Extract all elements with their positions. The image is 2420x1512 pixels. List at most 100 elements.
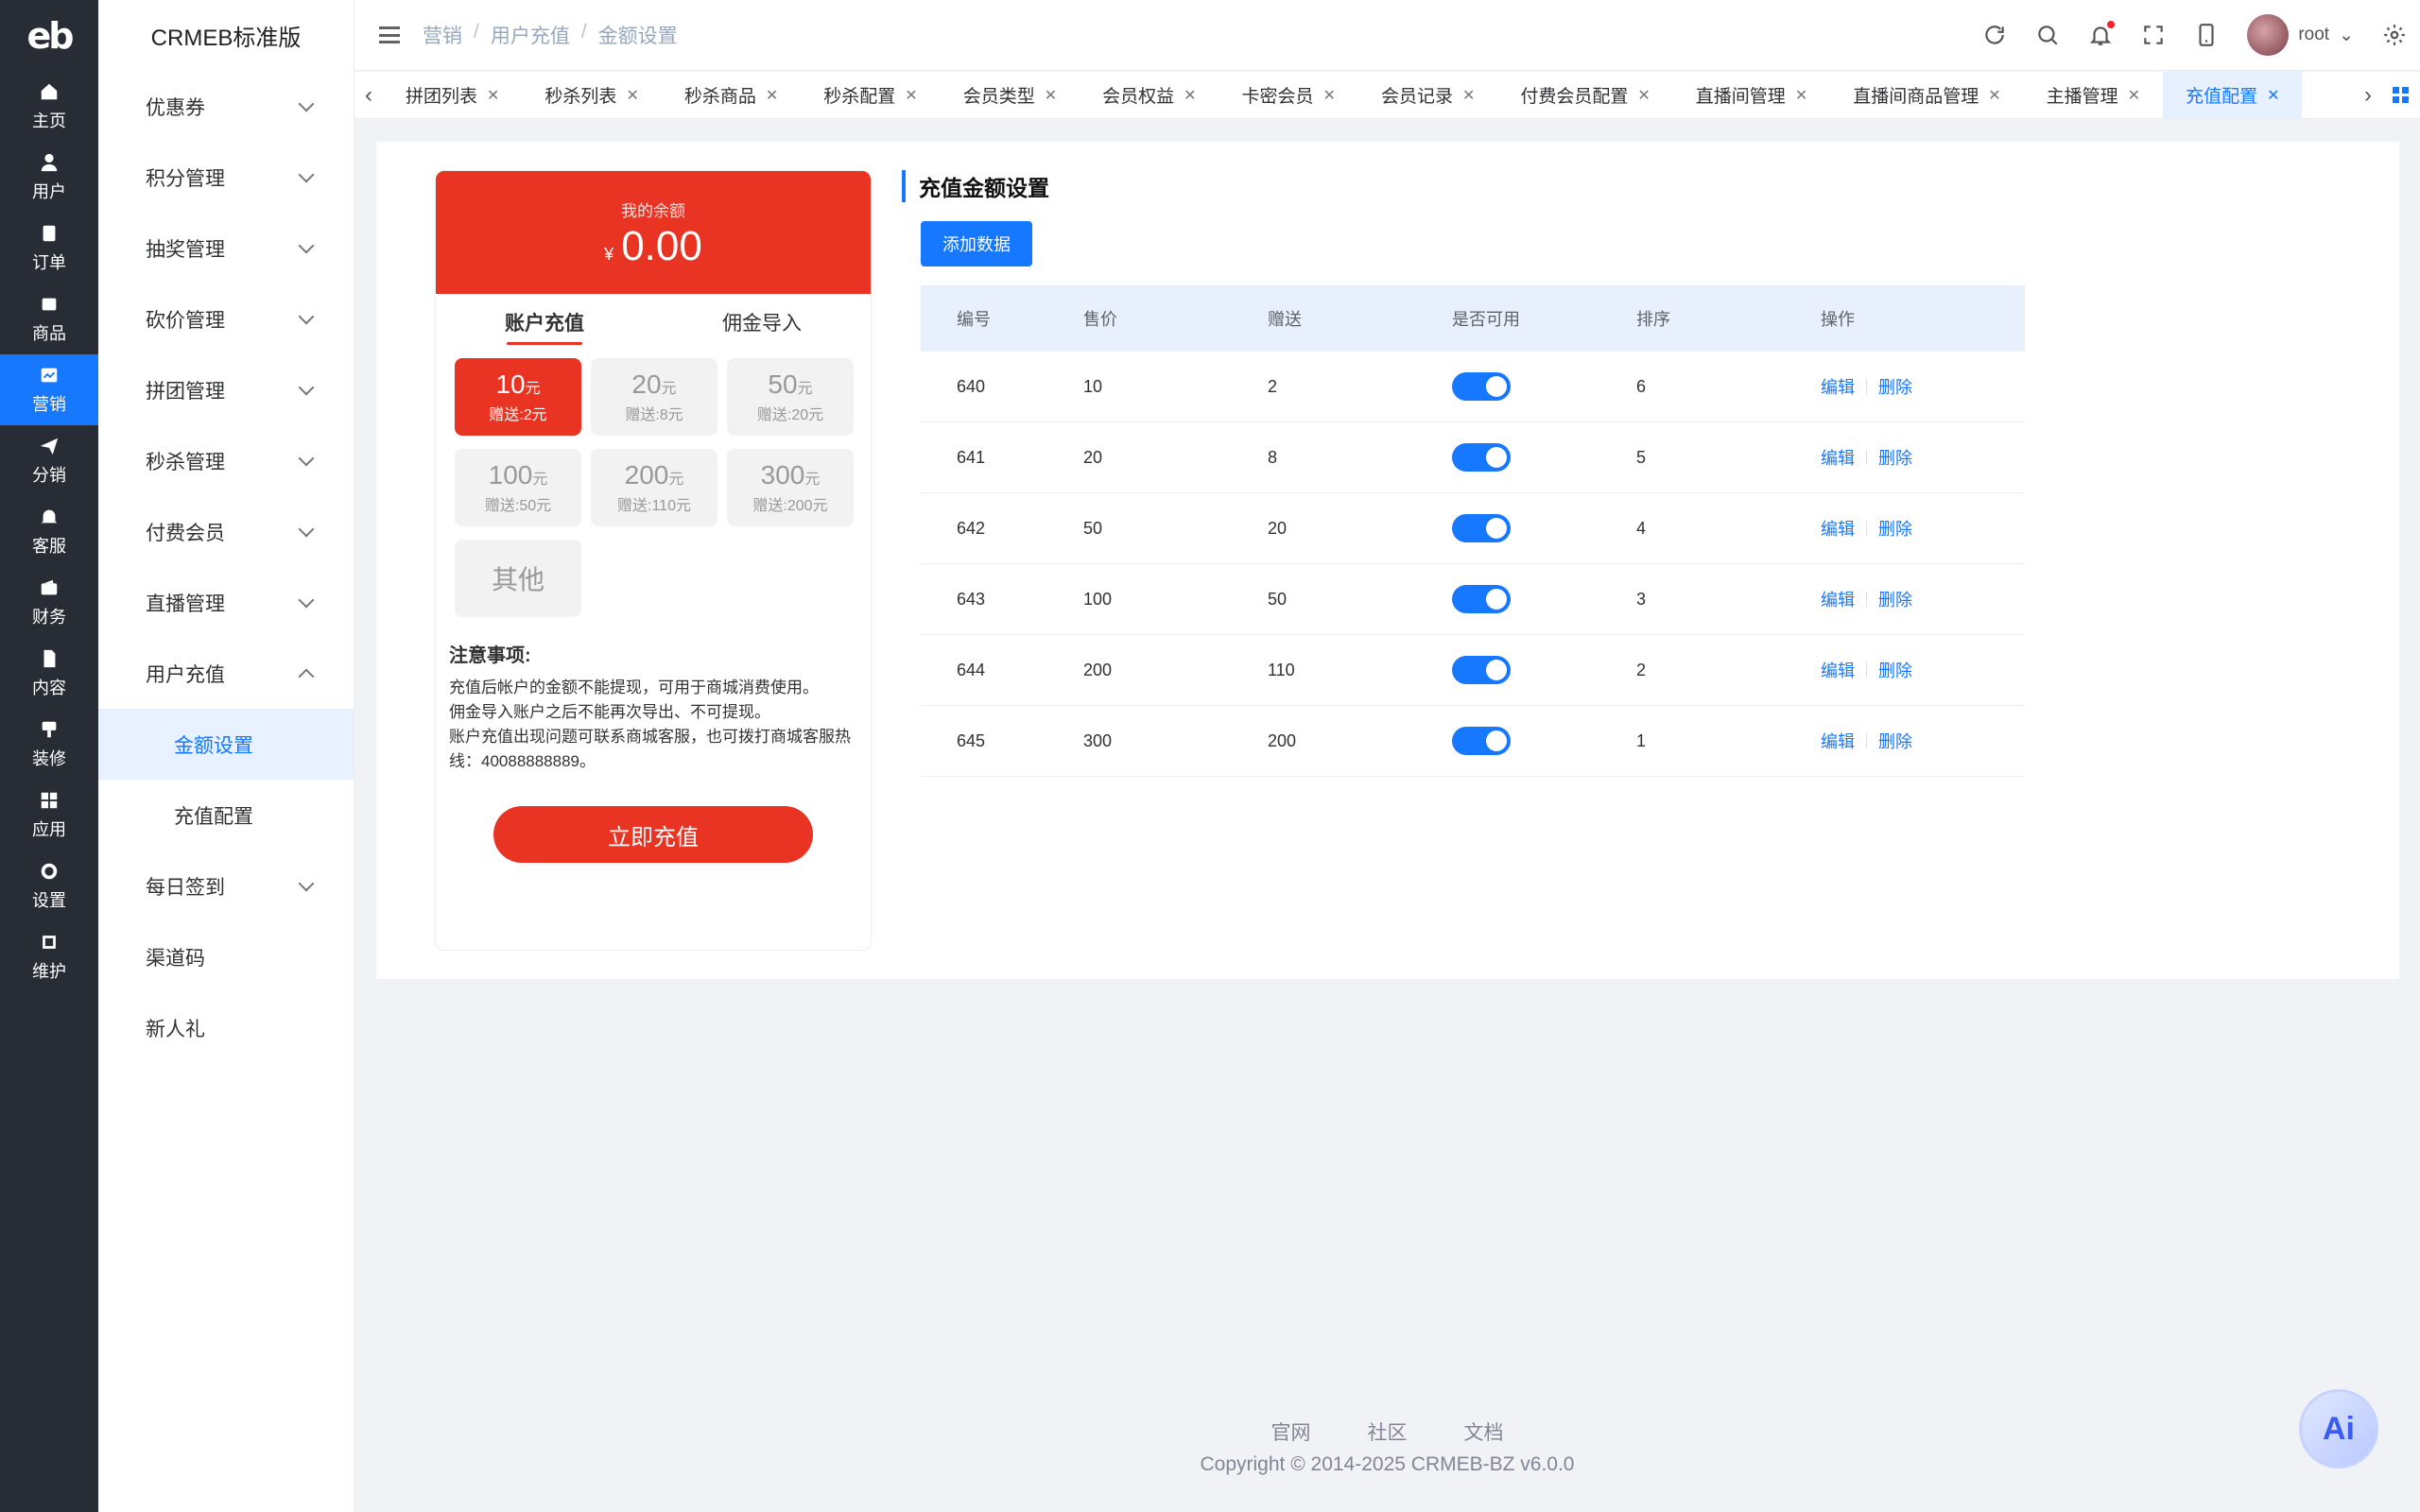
ai-assistant-button[interactable]: Ai <box>2299 1389 2378 1469</box>
enabled-toggle[interactable] <box>1452 514 1511 542</box>
rail-item-user[interactable]: 用户 <box>0 142 98 213</box>
rail-item-document[interactable]: 内容 <box>0 638 98 709</box>
breadcrumb-item[interactable]: 用户充值 <box>491 21 570 49</box>
app-logo[interactable]: eb <box>0 0 98 71</box>
recharge-package[interactable]: 10元 赠送:2元 <box>455 358 581 436</box>
tab-item[interactable]: 秒杀商品 ✕ <box>662 72 801 118</box>
menu-channel[interactable]: 渠道码 <box>98 921 354 992</box>
menu-points[interactable]: 积分管理 <box>98 142 354 213</box>
menu-recharge[interactable]: 用户充值 <box>98 638 354 709</box>
menu-signin[interactable]: 每日签到 <box>98 850 354 921</box>
enabled-toggle[interactable] <box>1452 656 1511 684</box>
rail-item-marketing[interactable]: 营销 <box>0 354 98 425</box>
enabled-toggle[interactable] <box>1452 727 1511 755</box>
tab-item[interactable]: 会员权益 ✕ <box>1080 72 1219 118</box>
menu-group[interactable]: 拼团管理 <box>98 354 354 425</box>
delete-link[interactable]: 删除 <box>1878 445 1912 470</box>
tab-item[interactable]: 拼团列表 ✕ <box>383 72 522 118</box>
tabs-scroll-right-icon[interactable]: › <box>2354 82 2382 109</box>
edit-link[interactable]: 编辑 <box>1821 587 1855 611</box>
close-icon[interactable]: ✕ <box>1184 86 1196 105</box>
menu-recharge-config[interactable]: 充值配置 <box>98 780 354 850</box>
close-icon[interactable]: ✕ <box>2128 86 2140 105</box>
menu-live[interactable]: 直播管理 <box>98 567 354 638</box>
breadcrumb-item[interactable]: 营销 <box>423 21 462 49</box>
tab-item[interactable]: 会员记录 ✕ <box>1358 72 1497 118</box>
fullscreen-icon[interactable] <box>2141 23 2166 47</box>
tab-item[interactable]: 直播间商品管理 ✕ <box>1830 72 2023 118</box>
menu-bargain[interactable]: 砍价管理 <box>98 284 354 354</box>
notification-icon[interactable] <box>2088 21 2116 47</box>
rail-item-gear[interactable]: 设置 <box>0 850 98 921</box>
gear-icon[interactable] <box>2382 23 2407 47</box>
recharge-package[interactable]: 300元 赠送:200元 <box>727 449 854 526</box>
tab-item[interactable]: 主播管理 ✕ <box>2024 72 2163 118</box>
delete-link[interactable]: 删除 <box>1878 516 1912 541</box>
enabled-toggle[interactable] <box>1452 443 1511 472</box>
recharge-now-button[interactable]: 立即充值 <box>493 806 813 863</box>
rail-item-order[interactable]: 订单 <box>0 213 98 284</box>
delete-link[interactable]: 删除 <box>1878 374 1912 399</box>
edit-link[interactable]: 编辑 <box>1821 729 1855 753</box>
tab-item[interactable]: 会员类型 ✕ <box>941 72 1080 118</box>
edit-link[interactable]: 编辑 <box>1821 658 1855 682</box>
recharge-package[interactable]: 20元 赠送:8元 <box>591 358 717 436</box>
close-icon[interactable]: ✕ <box>1988 86 2000 105</box>
delete-link[interactable]: 删除 <box>1878 587 1912 611</box>
close-icon[interactable]: ✕ <box>1045 86 1057 105</box>
close-icon[interactable]: ✕ <box>2267 86 2279 105</box>
edit-link[interactable]: 编辑 <box>1821 445 1855 470</box>
enabled-toggle[interactable] <box>1452 372 1511 401</box>
rail-item-apps[interactable]: 应用 <box>0 780 98 850</box>
menu-newcomer[interactable]: 新人礼 <box>98 992 354 1063</box>
tabs-scroll-left-icon[interactable]: ‹ <box>354 82 383 109</box>
menu-toggle-icon[interactable] <box>379 26 400 43</box>
rail-item-send[interactable]: 分销 <box>0 425 98 496</box>
close-icon[interactable]: ✕ <box>1795 86 1807 105</box>
menu-coupon[interactable]: 优惠券 <box>98 71 354 142</box>
delete-link[interactable]: 删除 <box>1878 729 1912 753</box>
tab-account-recharge[interactable]: 账户充值 <box>436 294 653 351</box>
tab-item[interactable]: 直播间管理 ✕ <box>1673 72 1830 118</box>
rail-item-brush[interactable]: 装修 <box>0 709 98 780</box>
tab-item[interactable]: 卡密会员 ✕ <box>1219 72 1358 118</box>
edit-link[interactable]: 编辑 <box>1821 516 1855 541</box>
recharge-package[interactable]: 50元 赠送:20元 <box>727 358 854 436</box>
close-icon[interactable]: ✕ <box>1462 86 1475 105</box>
close-icon[interactable]: ✕ <box>487 86 499 105</box>
rail-item-chip[interactable]: 维护 <box>0 921 98 992</box>
menu-seckill[interactable]: 秒杀管理 <box>98 425 354 496</box>
menu-paid-member[interactable]: 付费会员 <box>98 496 354 567</box>
recharge-package-other[interactable]: 其他 <box>455 540 581 617</box>
close-icon[interactable]: ✕ <box>905 86 917 105</box>
close-icon[interactable]: ✕ <box>766 86 778 105</box>
recharge-package[interactable]: 200元 赠送:110元 <box>591 449 717 526</box>
delete-link[interactable]: 删除 <box>1878 658 1912 682</box>
tab-item[interactable]: 付费会员配置 ✕ <box>1497 72 1672 118</box>
rail-item-home[interactable]: 主页 <box>0 71 98 142</box>
grid-icon[interactable] <box>2382 86 2420 104</box>
edit-link[interactable]: 编辑 <box>1821 374 1855 399</box>
menu-lottery[interactable]: 抽奖管理 <box>98 213 354 284</box>
close-icon[interactable]: ✕ <box>1323 86 1336 105</box>
user-menu[interactable]: root ⌄ <box>2247 14 2354 56</box>
tab-item[interactable]: 秒杀列表 ✕ <box>522 72 661 118</box>
tab-commission-import[interactable]: 佣金导入 <box>653 294 871 351</box>
footer-link-community[interactable]: 社区 <box>1368 1418 1408 1446</box>
refresh-icon[interactable] <box>1982 23 2007 47</box>
tab-item[interactable]: 秒杀配置 ✕ <box>801 72 940 118</box>
close-icon[interactable]: ✕ <box>626 86 638 105</box>
footer-link-official[interactable]: 官网 <box>1271 1418 1311 1446</box>
add-data-button[interactable]: 添加数据 <box>921 221 1032 266</box>
enabled-toggle[interactable] <box>1452 585 1511 613</box>
recharge-package[interactable]: 100元 赠送:50元 <box>455 449 581 526</box>
rail-item-wallet[interactable]: 财务 <box>0 567 98 638</box>
menu-recharge-amount[interactable]: 金额设置 <box>98 709 354 780</box>
rail-item-product[interactable]: 商品 <box>0 284 98 354</box>
search-icon[interactable] <box>2035 23 2060 47</box>
mobile-icon[interactable] <box>2194 23 2219 47</box>
footer-link-docs[interactable]: 文档 <box>1464 1418 1504 1446</box>
close-icon[interactable]: ✕ <box>1637 86 1650 105</box>
tab-item[interactable]: 充值配置 ✕ <box>2163 72 2303 118</box>
rail-item-bell[interactable]: 客服 <box>0 496 98 567</box>
